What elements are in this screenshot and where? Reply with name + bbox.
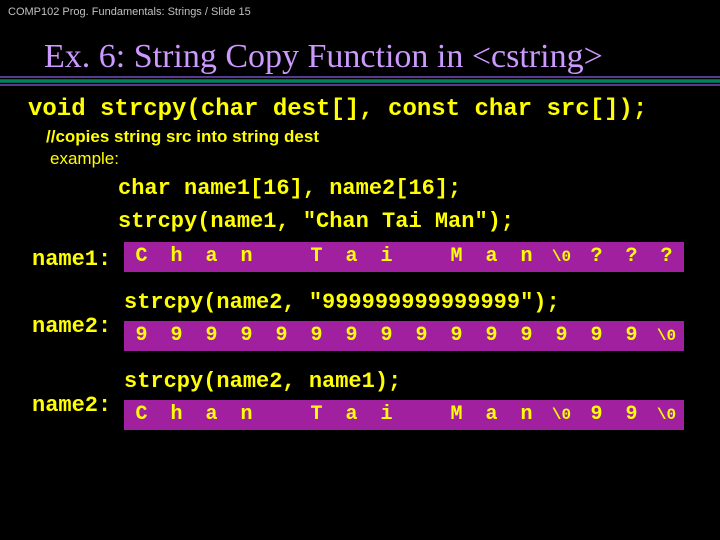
- array-name1: ChanTaiMan\0???: [124, 242, 684, 272]
- array-cell: [404, 400, 439, 430]
- label-name2-a: name2:: [28, 290, 124, 339]
- array-cell: n: [229, 242, 264, 272]
- strcpy-call-2: strcpy(name2, "999999999999999");: [124, 290, 692, 315]
- array-cell: C: [124, 400, 159, 430]
- array-cell: ?: [579, 242, 614, 272]
- array-cell: \0: [649, 321, 684, 351]
- array-cell: C: [124, 242, 159, 272]
- array-cell: 9: [334, 321, 369, 351]
- array-cell: i: [369, 242, 404, 272]
- array-name2-a: 999999999999999\0: [124, 321, 692, 351]
- array-cell: n: [229, 400, 264, 430]
- declaration-line: char name1[16], name2[16];: [28, 175, 692, 203]
- array-cell: T: [299, 242, 334, 272]
- array-cell: \0: [544, 400, 579, 430]
- label-name1: name1:: [28, 247, 124, 272]
- example-label: example:: [28, 149, 692, 169]
- title-underline: [0, 76, 720, 86]
- array-cell: 9: [194, 321, 229, 351]
- array-cell: [264, 400, 299, 430]
- array-cell: [264, 242, 299, 272]
- array-cell: 9: [159, 321, 194, 351]
- array-cell: 9: [439, 321, 474, 351]
- row-name2-b: name2: strcpy(name2, name1); ChanTaiMan\…: [28, 369, 692, 430]
- code-comment: //copies string src into string dest: [28, 127, 692, 147]
- array-cell: \0: [544, 242, 579, 272]
- array-cell: 9: [264, 321, 299, 351]
- title-text: Ex. 6: String Copy Function in <cstring>: [44, 38, 603, 75]
- array-cell: a: [334, 242, 369, 272]
- array-cell: 9: [614, 400, 649, 430]
- array-cell: 9: [614, 321, 649, 351]
- array-cell: h: [159, 242, 194, 272]
- array-cell: 9: [579, 400, 614, 430]
- function-signature: void strcpy(char dest[], const char src[…: [28, 96, 692, 125]
- array-cell: a: [334, 400, 369, 430]
- slide-content: void strcpy(char dest[], const char src[…: [0, 92, 720, 430]
- array-cell: 9: [509, 321, 544, 351]
- strcpy-call-3: strcpy(name2, name1);: [124, 369, 692, 394]
- array-cell: 9: [369, 321, 404, 351]
- array-cell: 9: [474, 321, 509, 351]
- array-cell: 9: [579, 321, 614, 351]
- array-cell: n: [509, 242, 544, 272]
- row-name1: name1: ChanTaiMan\0???: [28, 242, 692, 272]
- row-name2-a: name2: strcpy(name2, "999999999999999");…: [28, 290, 692, 351]
- array-cell: a: [194, 242, 229, 272]
- array-cell: a: [474, 400, 509, 430]
- array-cell: \0: [649, 400, 684, 430]
- strcpy-call-1: strcpy(name1, "Chan Tai Man");: [28, 208, 692, 236]
- array-cell: 9: [544, 321, 579, 351]
- array-name2-b: ChanTaiMan\099\0: [124, 400, 692, 430]
- array-cell: 9: [299, 321, 334, 351]
- array-cell: ?: [649, 242, 684, 272]
- array-cell: a: [474, 242, 509, 272]
- array-cell: n: [509, 400, 544, 430]
- array-cell: h: [159, 400, 194, 430]
- slide-header: COMP102 Prog. Fundamentals: Strings / Sl…: [0, 0, 720, 24]
- array-cell: 9: [404, 321, 439, 351]
- array-cell: i: [369, 400, 404, 430]
- label-name2-b: name2:: [28, 369, 124, 418]
- slide-title: Ex. 6: String Copy Function in <cstring>: [0, 24, 720, 92]
- array-cell: 9: [124, 321, 159, 351]
- array-cell: ?: [614, 242, 649, 272]
- array-cell: M: [439, 400, 474, 430]
- array-cell: [404, 242, 439, 272]
- array-cell: T: [299, 400, 334, 430]
- array-cell: a: [194, 400, 229, 430]
- array-cell: M: [439, 242, 474, 272]
- array-cell: 9: [229, 321, 264, 351]
